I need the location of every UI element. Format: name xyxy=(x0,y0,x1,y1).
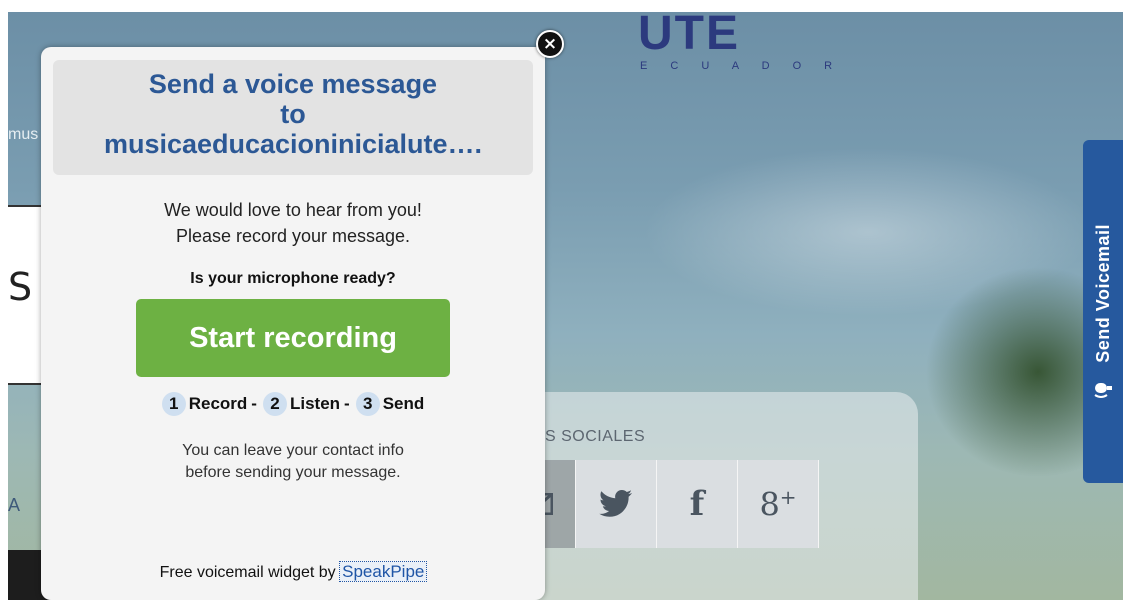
facebook-icon[interactable]: f xyxy=(657,460,738,548)
dialog-title-line: Send a voice message xyxy=(148,69,438,99)
google-plus-letter: 8 xyxy=(759,485,780,524)
background-letter: A xyxy=(8,495,21,515)
google-plus-icon[interactable]: 8+ xyxy=(738,460,819,548)
logo-subtext: E C U A D O R xyxy=(640,60,843,72)
logo-wordmark: UTE xyxy=(638,12,740,60)
footer-text: Free voicemail widget by xyxy=(159,564,336,581)
contact-note-line: You can leave your contact info xyxy=(182,442,404,459)
dialog-title: Send a voice message to musicaeducacioni… xyxy=(53,60,533,175)
step-number: 2 xyxy=(262,392,287,416)
send-voicemail-label: Send Voicemail xyxy=(1092,224,1113,363)
background-panel-glyph: S xyxy=(8,265,33,309)
step-number: 3 xyxy=(355,392,380,416)
microphone-icon xyxy=(1094,382,1112,398)
intro-text: We would love to hear from you! Please r… xyxy=(41,197,545,249)
facebook-glyph: f xyxy=(689,484,705,524)
step-separator: - xyxy=(251,394,257,413)
microphone-question: Is your microphone ready? xyxy=(190,270,396,287)
dialog-title-recipient: musicaeducacioninicialute…. xyxy=(103,129,483,159)
social-title: S SOCIALES xyxy=(545,428,646,445)
contact-note-line: before sending your message. xyxy=(185,464,401,481)
google-plus-glyph: 8+ xyxy=(759,485,796,524)
dialog-title-line: to xyxy=(280,99,306,129)
google-plus-sup: + xyxy=(779,484,797,509)
step-number: 1 xyxy=(161,392,186,416)
social-links: f 8+ xyxy=(500,460,819,548)
steps-indicator: 1 Record -2 Listen -3 Send xyxy=(41,392,545,416)
twitter-icon[interactable] xyxy=(576,460,657,548)
step-label: Send xyxy=(382,394,425,413)
step-label: Record xyxy=(188,394,248,413)
close-icon[interactable]: × xyxy=(536,30,564,58)
step-separator: - xyxy=(344,394,350,413)
start-recording-button[interactable]: Start recording xyxy=(136,299,450,377)
intro-line: We would love to hear from you! xyxy=(164,200,422,220)
send-voicemail-tab[interactable]: Send Voicemail xyxy=(1083,140,1123,483)
background-link-fragment[interactable]: mus xyxy=(8,126,38,144)
step-label: Listen xyxy=(289,394,341,413)
dialog-footer: Free voicemail widget by SpeakPipe xyxy=(41,561,545,582)
speakpipe-link[interactable]: SpeakPipe xyxy=(339,561,428,582)
intro-line: Please record your message. xyxy=(175,226,411,246)
contact-note: You can leave your contact info before s… xyxy=(41,440,545,484)
